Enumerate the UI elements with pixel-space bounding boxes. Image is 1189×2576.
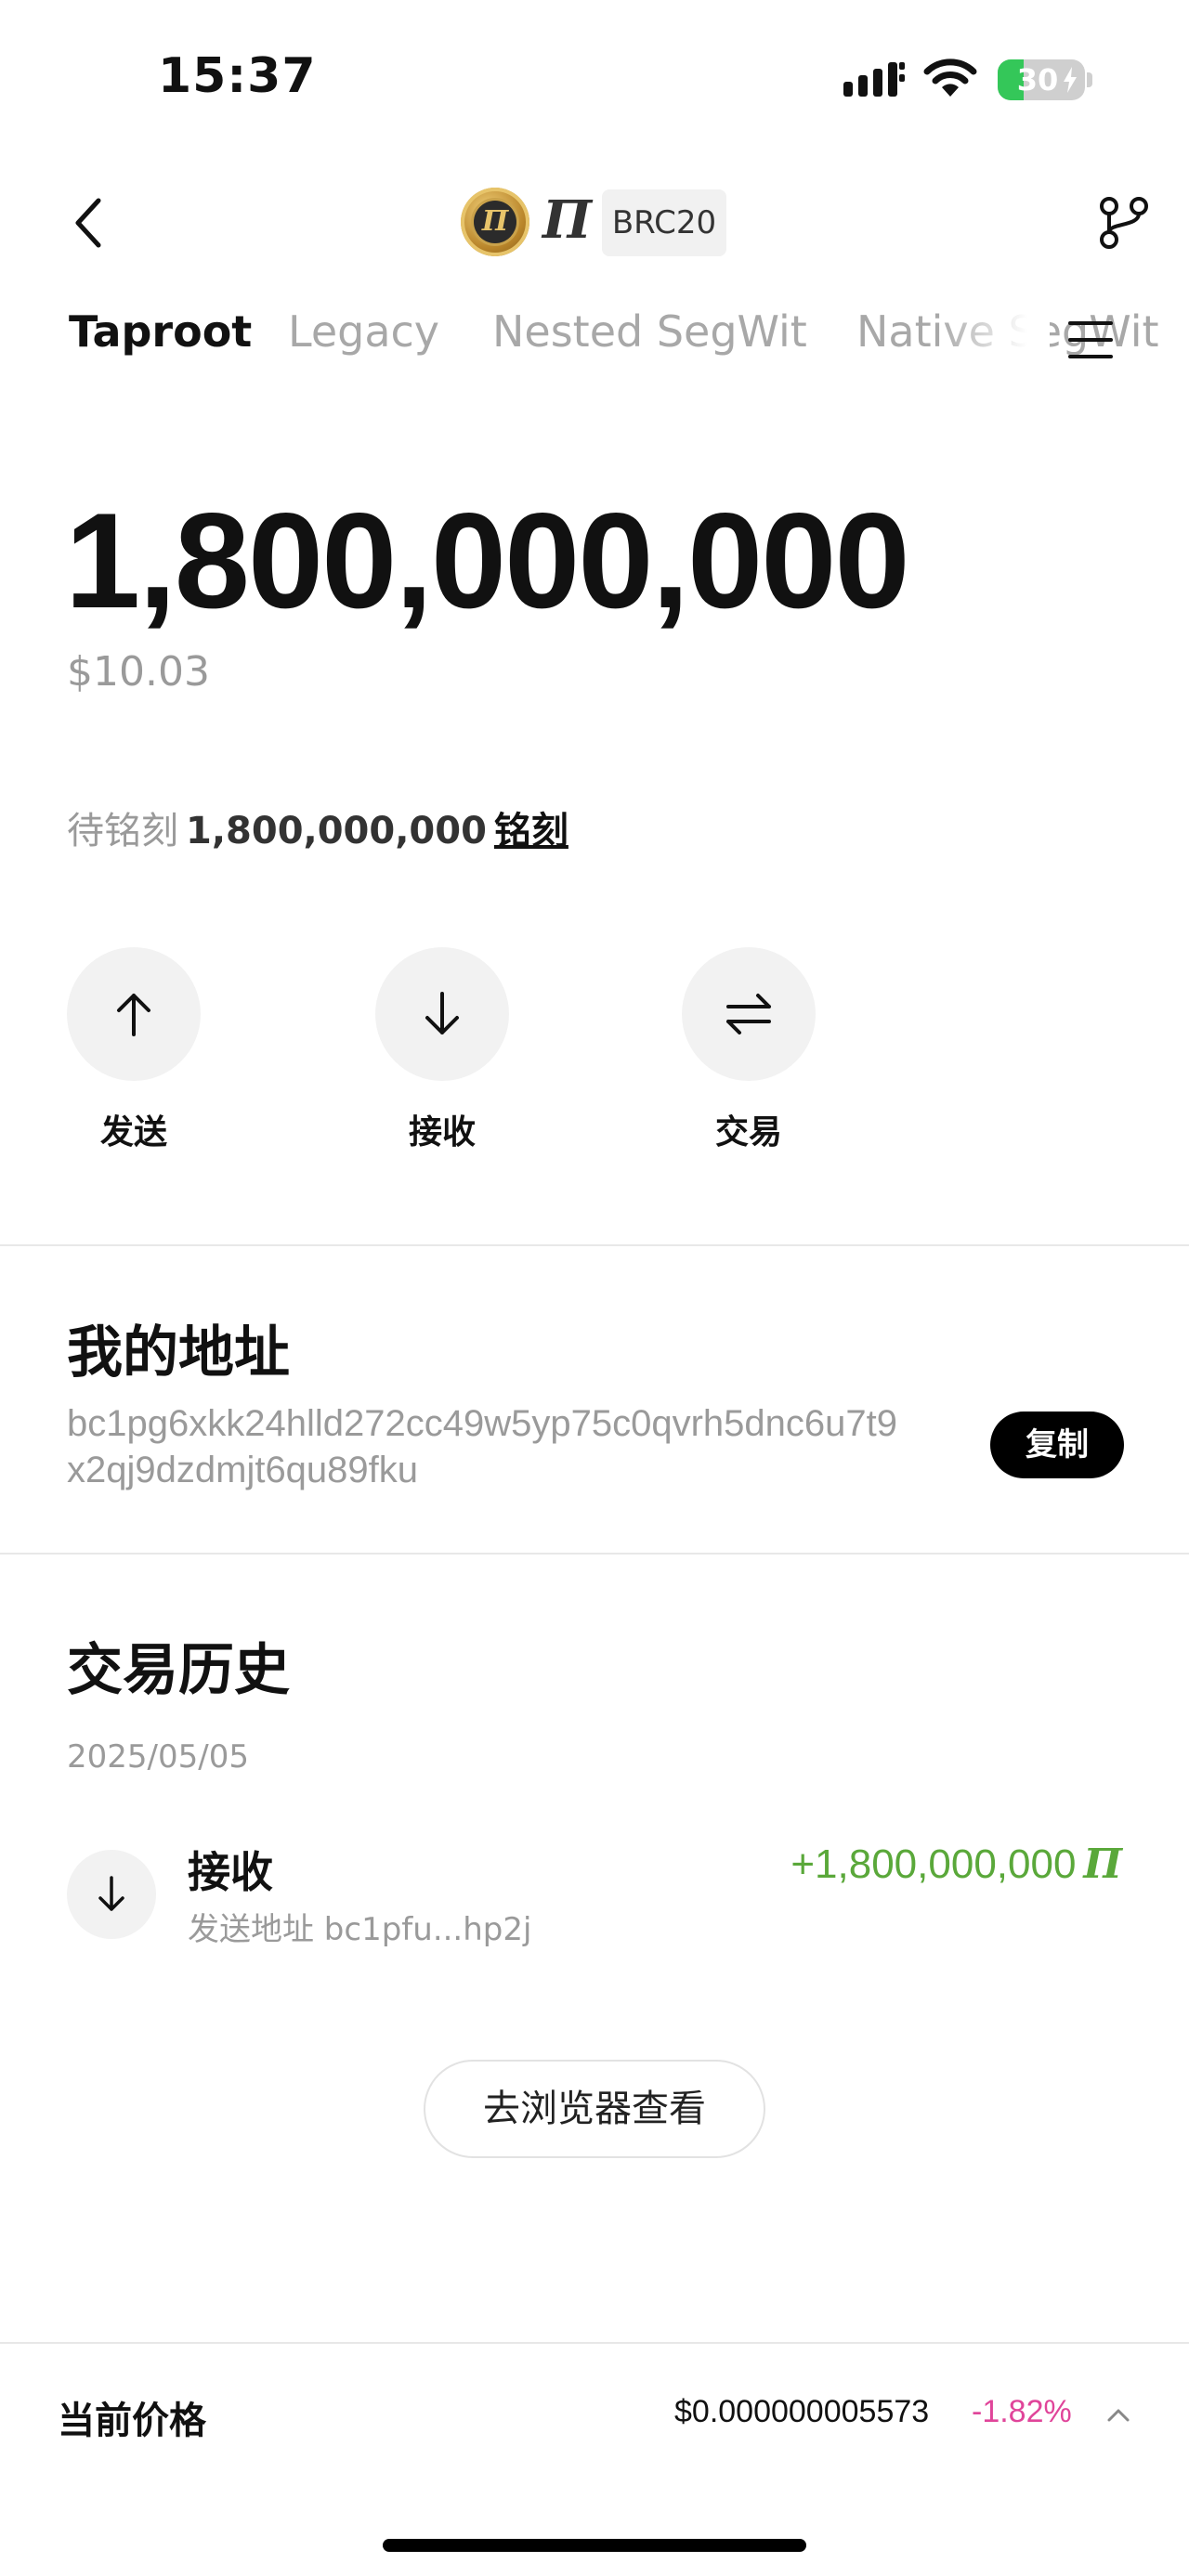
arrow-down-icon (98, 1876, 124, 1911)
transaction-amount: +1,800,000,000 Π (790, 1841, 1122, 1888)
copy-address-button[interactable]: 复制 (990, 1412, 1124, 1478)
arrow-up-icon (117, 994, 150, 1036)
transaction-from-address: 发送地址 bc1pfu...hp2j (188, 1911, 532, 1948)
divider (0, 1553, 1189, 1555)
inscribe-link[interactable]: 铭刻 (494, 810, 568, 852)
tab-nested-segwit[interactable]: Nested SegWit (492, 306, 807, 357)
wallet-address: bc1pg6xkk24hlld272cc49w5yp75c0qvrh5dnc6u… (67, 1403, 897, 1490)
transaction-date: 2025/05/05 (67, 1738, 249, 1776)
transaction-amount-value: +1,800,000,000 (790, 1841, 1077, 1887)
divider (0, 1244, 1189, 1246)
pending-label: 待铭刻 (67, 810, 178, 852)
transaction-row[interactable]: 接收 发送地址 bc1pfu...hp2j +1,800,000,000 Π (0, 1839, 1189, 1950)
history-section-title: 交易历史 (67, 1638, 290, 1703)
transaction-type: 接收 (188, 1847, 273, 1897)
nav-bar: Π Π BRC20 (0, 167, 1189, 279)
send-circle[interactable] (67, 947, 201, 1081)
branch-icon[interactable] (1096, 195, 1152, 251)
back-icon[interactable] (67, 195, 115, 251)
home-indicator (383, 2539, 806, 2552)
send-button[interactable]: 发送 (67, 947, 201, 1153)
pending-inscription: 待铭刻 1,800,000,000 铭刻 (67, 800, 568, 854)
token-standard-badge: BRC20 (602, 189, 726, 256)
token-logo: Π (461, 188, 529, 256)
balance-usd-value: $10.03 (67, 648, 210, 696)
receive-circle[interactable] (375, 947, 509, 1081)
price-change: -1.82% (972, 2394, 1072, 2429)
tab-legacy[interactable]: Legacy (288, 306, 439, 357)
menu-icon[interactable] (1068, 319, 1113, 360)
swap-icon (726, 994, 771, 1034)
send-label: 发送 (99, 1113, 167, 1151)
receive-button[interactable]: 接收 (375, 947, 509, 1153)
receive-label: 接收 (408, 1113, 476, 1151)
token-logo-inner: Π (474, 201, 516, 243)
token-logo-glyph: Π (481, 205, 509, 238)
trade-label: 交易 (714, 1113, 782, 1151)
transaction-amount-symbol: Π (1083, 1841, 1122, 1888)
trade-circle[interactable] (682, 947, 816, 1081)
address-type-tabs: Taproot Legacy Nested SegWit Native SegW… (0, 306, 1189, 381)
token-symbol: Π (542, 189, 592, 251)
price-value: $0.000000005573 (674, 2394, 930, 2429)
pending-value: 1,800,000,000 (186, 810, 487, 852)
address-section-title: 我的地址 (67, 1321, 290, 1386)
current-price-bar[interactable]: 当前价格 $0.000000005573 -1.82% (0, 2344, 1189, 2483)
tab-fade (938, 306, 1050, 381)
arrow-down-icon (425, 992, 459, 1034)
battery-tip (1087, 72, 1092, 87)
status-time: 15:37 (158, 48, 317, 104)
action-buttons: 发送 接收 交易 (0, 947, 1189, 1151)
battery-icon: 30 (998, 59, 1085, 100)
price-label: 当前价格 (58, 2400, 206, 2442)
trade-button[interactable]: 交易 (682, 947, 816, 1153)
bolt-icon (1064, 67, 1077, 93)
token-balance: 1,800,000,000 (65, 485, 910, 636)
chevron-up-icon[interactable] (1105, 2405, 1131, 2424)
wifi-icon (923, 59, 977, 97)
status-bar: 15:37 30 (0, 0, 1189, 158)
tab-taproot[interactable]: Taproot (69, 306, 252, 357)
transaction-icon (67, 1850, 156, 1939)
view-in-explorer-button[interactable]: 去浏览器查看 (424, 2060, 765, 2158)
signal-icon (843, 62, 905, 97)
